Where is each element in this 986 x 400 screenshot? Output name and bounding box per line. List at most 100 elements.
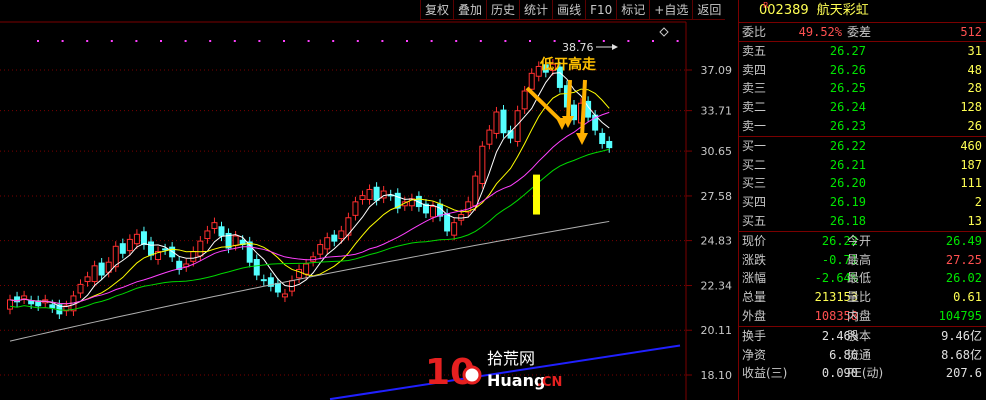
sell-orders: 卖五 26.27 31 卖四 26.26 48 卖三 26.25 28 卖二 26.24 128 卖一 2… [739,40,986,136]
weibi-label: 委比 [742,25,767,39]
sell-volume: 31 [967,43,982,58]
toolbar-button-6[interactable]: 标记 [616,0,650,20]
stat-label: 总量 [742,290,767,305]
sell-row: 卖三 26.25 28 [739,79,986,98]
fund-label-2: PE(动) [847,366,884,381]
fund-label: 净资 [742,347,767,362]
toolbar-button-7[interactable]: +自选 [649,0,693,20]
marker-dot [283,40,285,42]
stats-row: 外盘 108358 内盘 104795 [739,307,986,326]
candle-down [253,259,260,276]
marker-dot [455,40,458,42]
marker-dot [233,40,236,42]
candle-down [140,231,147,246]
buy-volume: 187 [960,157,982,172]
buy-price: 26.21 [829,157,866,172]
marker-dot [652,40,654,42]
sell-row: 卖五 26.27 31 [739,42,986,61]
highlight-bar [533,174,540,215]
candle-up [521,90,528,110]
candle-down [274,282,281,293]
marker-dot [160,40,162,42]
stat-value-2: 104795 [938,308,982,323]
buy-volume: 13 [967,213,982,228]
sell-volume: 26 [967,118,982,133]
buy-price: 26.20 [829,176,866,191]
fund-label: 换手 [742,328,767,343]
candle-up [204,230,211,240]
marker-dot [602,40,605,42]
candle-down [162,248,169,251]
toolbar-button-3[interactable]: 统计 [519,0,553,20]
fund-label: 收益(三) [742,366,788,381]
sell-label: 卖五 [742,43,767,58]
marker-dot [184,40,187,42]
kline-chart[interactable]: 37.09 33.71 30.65 27.58 24.83 22.34 20.11 18.10… [0,0,738,400]
watermark-gear-icon [462,365,482,385]
candle-up [324,237,331,250]
chart-toolbar: 复权 叠加 历史 统计 画线 F10 标记 +自选 返回 [420,0,734,22]
candle-up [303,263,310,275]
fund-value-2: 9.46亿 [941,328,982,343]
stat-value-2: 0.61 [953,290,982,305]
toolbar-button-8[interactable]: 返回 [692,0,726,20]
buy-price: 26.18 [829,213,866,228]
fund-label-2: 股本 [847,328,872,343]
buy-label: 买三 [742,176,767,191]
buy-label: 买五 [742,213,767,228]
candle-down [373,186,380,201]
toolbar-button-2[interactable]: 历史 [486,0,520,20]
candle-up [451,222,458,236]
marker-dot [479,40,482,42]
buy-volume: 2 [974,195,982,210]
buy-row: 买四 26.19 2 [739,193,986,212]
annotation-text: 低开高走 [539,56,597,73]
candle-up [77,283,84,294]
candle-up [133,233,140,245]
sell-row: 卖二 26.24 128 [739,98,986,117]
candle-down [28,300,35,305]
candle-down [500,109,507,134]
candle-up [493,111,500,134]
price-label: 33.71 [701,105,733,118]
candle-up [190,251,197,262]
high-marker-label: 38.76 [562,41,594,54]
kline-canvas[interactable]: 37.09 33.71 30.65 27.58 24.83 22.34 20.11 18.10… [0,0,738,400]
marker-dot [258,40,261,42]
candle-up [21,295,28,300]
marker-dot [37,40,39,42]
marker-dot [307,40,310,42]
annotation-arrow [580,79,587,138]
high-marker-arrow-head [612,44,618,50]
toolbar-button-4[interactable]: 画线 [552,0,586,20]
stat-label: 外盘 [742,308,767,323]
sell-row: 卖四 26.26 48 [739,61,986,80]
marker-dot [61,40,64,42]
stat-value-2: 27.25 [945,252,982,267]
toolbar-button-0[interactable]: 复权 [420,0,454,20]
stock-title: R 002389 航天彩虹 [739,0,986,22]
buy-row: 买五 26.18 13 [739,212,986,231]
toolbar-button-5[interactable]: F10 [585,0,617,20]
market-mark: R [763,1,769,10]
marker-dot [430,40,433,42]
price-label: 20.11 [701,324,733,337]
sell-label: 卖三 [742,81,767,96]
buy-row: 买三 26.20 111 [739,174,986,193]
candle-up [91,265,98,283]
weicha-value: 512 [960,25,982,39]
candle-up [430,206,436,218]
sell-label: 卖二 [742,100,767,115]
buy-price: 26.19 [829,195,866,210]
candle-up [211,222,218,229]
buy-volume: 111 [960,176,982,191]
sell-volume: 48 [967,62,982,77]
toolbar-button-1[interactable]: 叠加 [453,0,487,20]
candle-down [119,243,126,254]
candle-down [98,262,105,276]
marker-dot [135,40,138,42]
candle-up [486,129,493,145]
price-label: 37.09 [701,64,733,77]
candle-up [84,276,91,283]
marker-dot [676,40,679,42]
